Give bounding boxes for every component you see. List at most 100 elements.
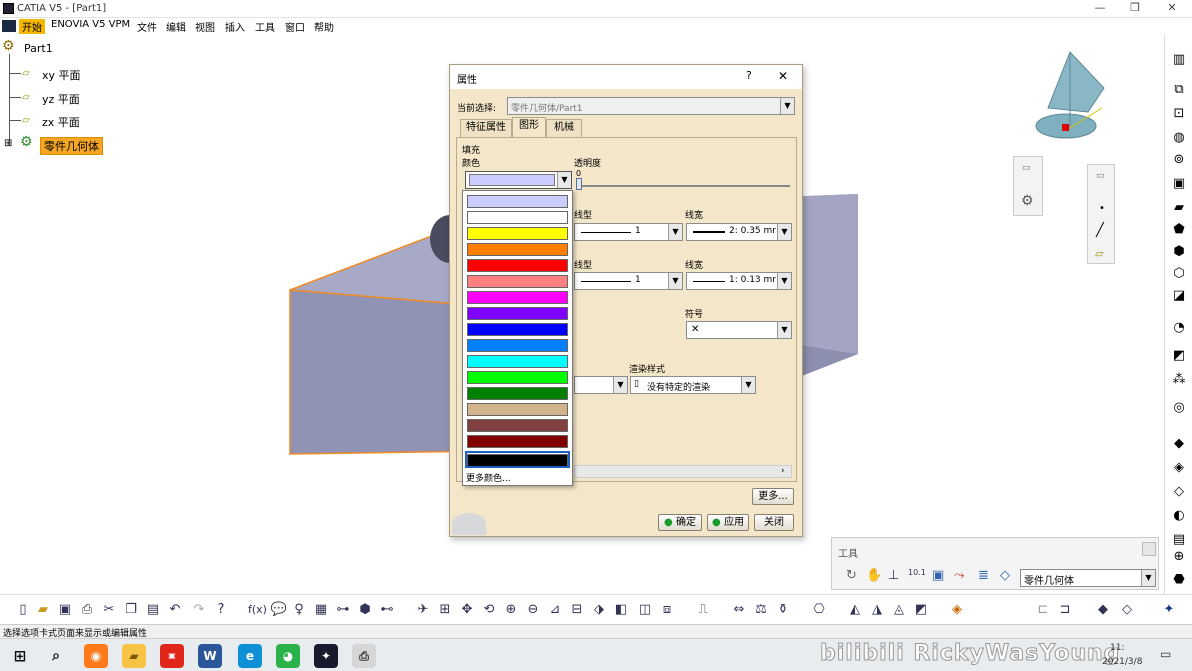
analysis-icon[interactable]: ◭ [846,601,864,619]
menu-insert[interactable]: 插入 [225,19,245,34]
color-swatch[interactable] [467,195,568,208]
ok-button[interactable]: ● 确定 [658,514,702,531]
color-swatch[interactable] [467,339,568,352]
tools-panel-close-button[interactable] [1142,542,1156,556]
windows-start-icon[interactable]: ⊞ [8,644,32,668]
groove-icon[interactable]: ◍ [1171,130,1187,146]
iso-view-icon[interactable]: ⬗ [590,601,608,619]
chamfer-icon[interactable]: ◩ [1171,348,1187,364]
zoom-in-icon[interactable]: ⊕ [502,601,520,619]
catalog-icon[interactable]: ⬢ [356,601,374,619]
stiffener-icon[interactable]: ⬟ [1171,222,1187,238]
inertia-icon[interactable]: ⚖ [752,601,770,619]
move-handle-icon[interactable]: ▭ [1022,163,1031,173]
comment-icon[interactable]: 💬 [270,601,288,619]
current-body-select[interactable]: 零件几何体 ▼ [1020,569,1156,587]
color-swatch[interactable] [467,387,568,400]
menu-tools[interactable]: 工具 [255,19,275,34]
body-icon[interactable]: ▣ [932,568,944,583]
plane-icon[interactable]: ◇ [1000,568,1010,583]
color-swatch[interactable] [467,227,568,240]
paste-icon[interactable]: ▤ [144,601,162,619]
line-icon[interactable]: ╱ [1096,223,1104,238]
catia-taskbar-icon[interactable]: ✦ [314,644,338,668]
material-icon[interactable]: ⚱ [774,601,792,619]
move-handle-icon[interactable]: ▭ [1096,171,1105,181]
dialog-help-button[interactable]: ? [746,69,752,82]
more-button[interactable]: 更多... [752,488,794,505]
color-swatch[interactable] [467,403,568,416]
firefox-icon[interactable]: ◉ [84,644,108,668]
save-icon[interactable]: ▣ [56,601,74,619]
sketch-icon[interactable]: ⊕ [1171,549,1187,565]
transparency-slider-handle[interactable] [576,178,582,190]
menu-help[interactable]: 帮助 [314,19,334,34]
hide-show-icon[interactable]: ◫ [636,601,654,619]
tab-mechanical[interactable]: 机械 [546,119,582,137]
render-style-select[interactable]: ▯ 没有特定的渲染 ▼ [630,376,756,394]
tree-item-part-body[interactable]: 零件几何体 [40,137,103,155]
axis-icon[interactable]: ⊥ [888,568,899,583]
close-dialog-button[interactable]: 关闭 [754,514,794,531]
search-icon[interactable]: ⌕ [44,644,68,668]
word-icon[interactable]: W [198,644,222,668]
pan-icon[interactable]: ✥ [458,601,476,619]
chevron-down-icon[interactable]: ▼ [777,273,791,289]
new-icon[interactable]: ▯ [14,601,32,619]
distance-icon[interactable]: ⇔ [730,601,748,619]
properties-icon[interactable]: ⊐ [1056,601,1074,619]
knowledge-icon[interactable]: ♀ [290,601,308,619]
tree-item-part1[interactable]: Part1 [24,42,53,55]
symbol-select[interactable]: ✕ ▼ [686,321,792,339]
layer-select[interactable]: ▼ [574,376,628,394]
fillet-icon[interactable]: ◔ [1171,320,1187,336]
undo-icon[interactable]: ↶ [166,601,184,619]
color-swatch[interactable] [467,307,568,320]
cut-icon[interactable]: ✂ [100,601,118,619]
zoom-out-icon[interactable]: ⊖ [524,601,542,619]
parameter-icon[interactable]: 10.1 [908,568,926,577]
catia-menu-icon[interactable] [2,20,16,32]
menu-start[interactable]: 开始 [19,19,45,34]
menu-file[interactable]: 文件 [137,19,157,34]
solid-combine-icon[interactable]: ◪ [1171,288,1187,304]
color-swatch[interactable] [467,211,568,224]
fit-all-icon[interactable]: ⊞ [436,601,454,619]
color-swatch[interactable] [467,275,568,288]
edge-icon[interactable]: e [238,644,262,668]
transform-icon[interactable]: ◎ [1171,400,1187,416]
fly-icon[interactable]: ✈ [414,601,432,619]
file-explorer-icon[interactable]: ▰ [122,644,146,668]
chevron-down-icon[interactable]: ▼ [777,224,791,240]
point-icon[interactable]: • [1099,203,1105,214]
rotate-icon[interactable]: ⟲ [480,601,498,619]
thickness-icon[interactable]: ▤ [1171,532,1187,548]
split-icon[interactable]: ◐ [1171,508,1187,524]
layer-icon[interactable]: ⊏ [1034,601,1052,619]
whats-this-icon[interactable]: ? [212,601,230,619]
part-gear-icon[interactable]: ⚙ [2,38,15,54]
swap-icon[interactable]: ⧈ [658,601,676,619]
slot-icon[interactable]: ▰ [1171,200,1187,216]
app-red-icon[interactable]: ▣ [160,644,184,668]
measure-icon[interactable]: ⎍ [694,601,712,619]
feature-icon[interactable]: ⬣ [1171,572,1187,588]
compass-icon[interactable] [1030,48,1110,148]
assemble-icon[interactable]: ◈ [1171,460,1187,476]
loft-icon[interactable]: ⬢ [1171,244,1187,260]
boolean-icon[interactable]: ◆ [1171,436,1187,452]
color-swatch[interactable] [467,435,568,448]
list-icon[interactable]: ≣ [978,568,989,583]
pattern-icon[interactable]: ⁂ [1171,372,1187,388]
color-swatch[interactable] [467,259,568,272]
remove-loft-icon[interactable]: ⬡ [1171,266,1187,282]
line-linetype-select[interactable]: 1 ▼ [574,272,683,290]
tree-item-zx-plane[interactable]: zx 平面 [42,114,80,130]
chevron-down-icon[interactable]: ▼ [613,377,627,393]
apply-button[interactable]: ● 应用 [707,514,749,531]
notification-icon[interactable]: ▭ [1160,647,1171,661]
dialog-close-button[interactable]: ✕ [778,69,788,83]
menu-window[interactable]: 窗口 [285,19,305,34]
rib-icon[interactable]: ▣ [1171,176,1187,192]
pocket-icon[interactable]: ⧉ [1171,82,1187,98]
